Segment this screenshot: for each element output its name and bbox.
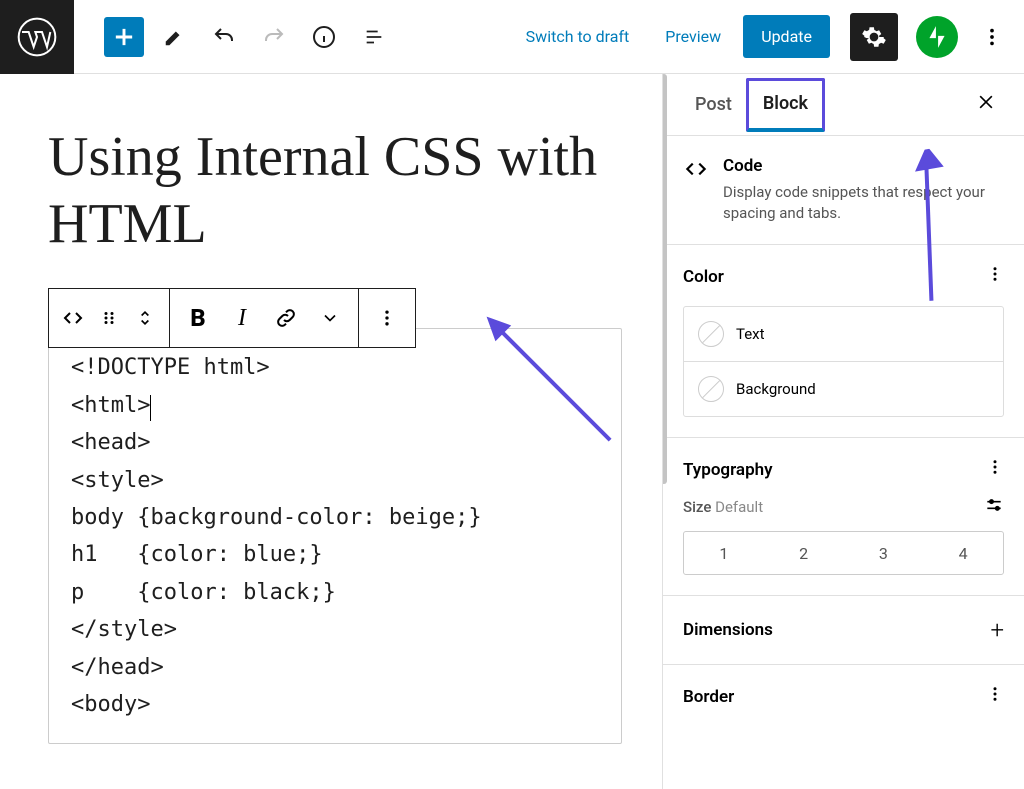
dimensions-panel-title: Dimensions bbox=[683, 620, 773, 640]
wordpress-logo[interactable] bbox=[0, 0, 74, 74]
border-panel-title: Border bbox=[683, 687, 734, 707]
bold-button[interactable]: B bbox=[176, 294, 220, 342]
post-title[interactable]: Using Internal CSS with HTML bbox=[48, 124, 622, 258]
block-name: Code bbox=[723, 156, 1004, 176]
undo-button[interactable] bbox=[204, 17, 244, 57]
update-button[interactable]: Update bbox=[743, 15, 830, 58]
settings-sidebar: Post Block Code Display code snippets th… bbox=[662, 74, 1024, 789]
block-toolbar: B I bbox=[48, 288, 416, 348]
editor-canvas[interactable]: Using Internal CSS with HTML B I bbox=[0, 74, 662, 789]
background-color-label: Background bbox=[736, 380, 816, 398]
preview-button[interactable]: Preview bbox=[651, 17, 735, 56]
jetpack-button[interactable] bbox=[916, 16, 958, 58]
text-color-swatch bbox=[698, 321, 724, 347]
code-icon bbox=[683, 156, 709, 224]
add-block-button[interactable] bbox=[104, 17, 144, 57]
close-sidebar-button[interactable] bbox=[966, 82, 1006, 128]
size-default: Default bbox=[715, 498, 763, 516]
block-more-options-button[interactable] bbox=[365, 294, 409, 342]
text-color-label: Text bbox=[736, 325, 765, 343]
code-block[interactable]: <!DOCTYPE html> <html> <head> <style> bo… bbox=[48, 328, 622, 744]
size-option-4[interactable]: 4 bbox=[923, 532, 1003, 574]
text-color-control[interactable]: Text bbox=[684, 307, 1003, 362]
color-panel-more-icon[interactable] bbox=[986, 265, 1004, 288]
background-color-control[interactable]: Background bbox=[684, 362, 1003, 416]
more-options-button[interactable] bbox=[972, 17, 1012, 57]
more-formatting-button[interactable] bbox=[308, 294, 352, 342]
size-label: Size bbox=[683, 498, 711, 516]
switch-to-draft-button[interactable]: Switch to draft bbox=[512, 17, 644, 56]
block-description: Display code snippets that respect your … bbox=[723, 182, 1004, 224]
size-settings-icon[interactable] bbox=[984, 495, 1004, 519]
background-color-swatch bbox=[698, 376, 724, 402]
size-option-3[interactable]: 3 bbox=[844, 532, 924, 574]
italic-button[interactable]: I bbox=[220, 294, 264, 342]
outline-button[interactable] bbox=[354, 17, 394, 57]
scrollbar[interactable] bbox=[662, 74, 667, 484]
edit-mode-button[interactable] bbox=[154, 17, 194, 57]
move-block-button[interactable] bbox=[127, 294, 163, 342]
dimensions-add-icon[interactable]: + bbox=[990, 616, 1004, 644]
typography-panel-title: Typography bbox=[683, 460, 773, 480]
tab-block[interactable]: Block bbox=[746, 78, 825, 132]
redo-button[interactable] bbox=[254, 17, 294, 57]
size-option-1[interactable]: 1 bbox=[684, 532, 764, 574]
info-button[interactable] bbox=[304, 17, 344, 57]
settings-button[interactable] bbox=[850, 13, 898, 61]
size-segmented-control[interactable]: 1 2 3 4 bbox=[683, 531, 1004, 575]
size-option-2[interactable]: 2 bbox=[764, 532, 844, 574]
border-panel-more-icon[interactable] bbox=[986, 685, 1004, 708]
block-type-icon[interactable] bbox=[55, 294, 91, 342]
link-button[interactable] bbox=[264, 294, 308, 342]
tab-post[interactable]: Post bbox=[681, 76, 746, 133]
drag-handle-icon[interactable] bbox=[91, 294, 127, 342]
color-panel-title: Color bbox=[683, 267, 724, 287]
typography-panel-more-icon[interactable] bbox=[986, 458, 1004, 481]
